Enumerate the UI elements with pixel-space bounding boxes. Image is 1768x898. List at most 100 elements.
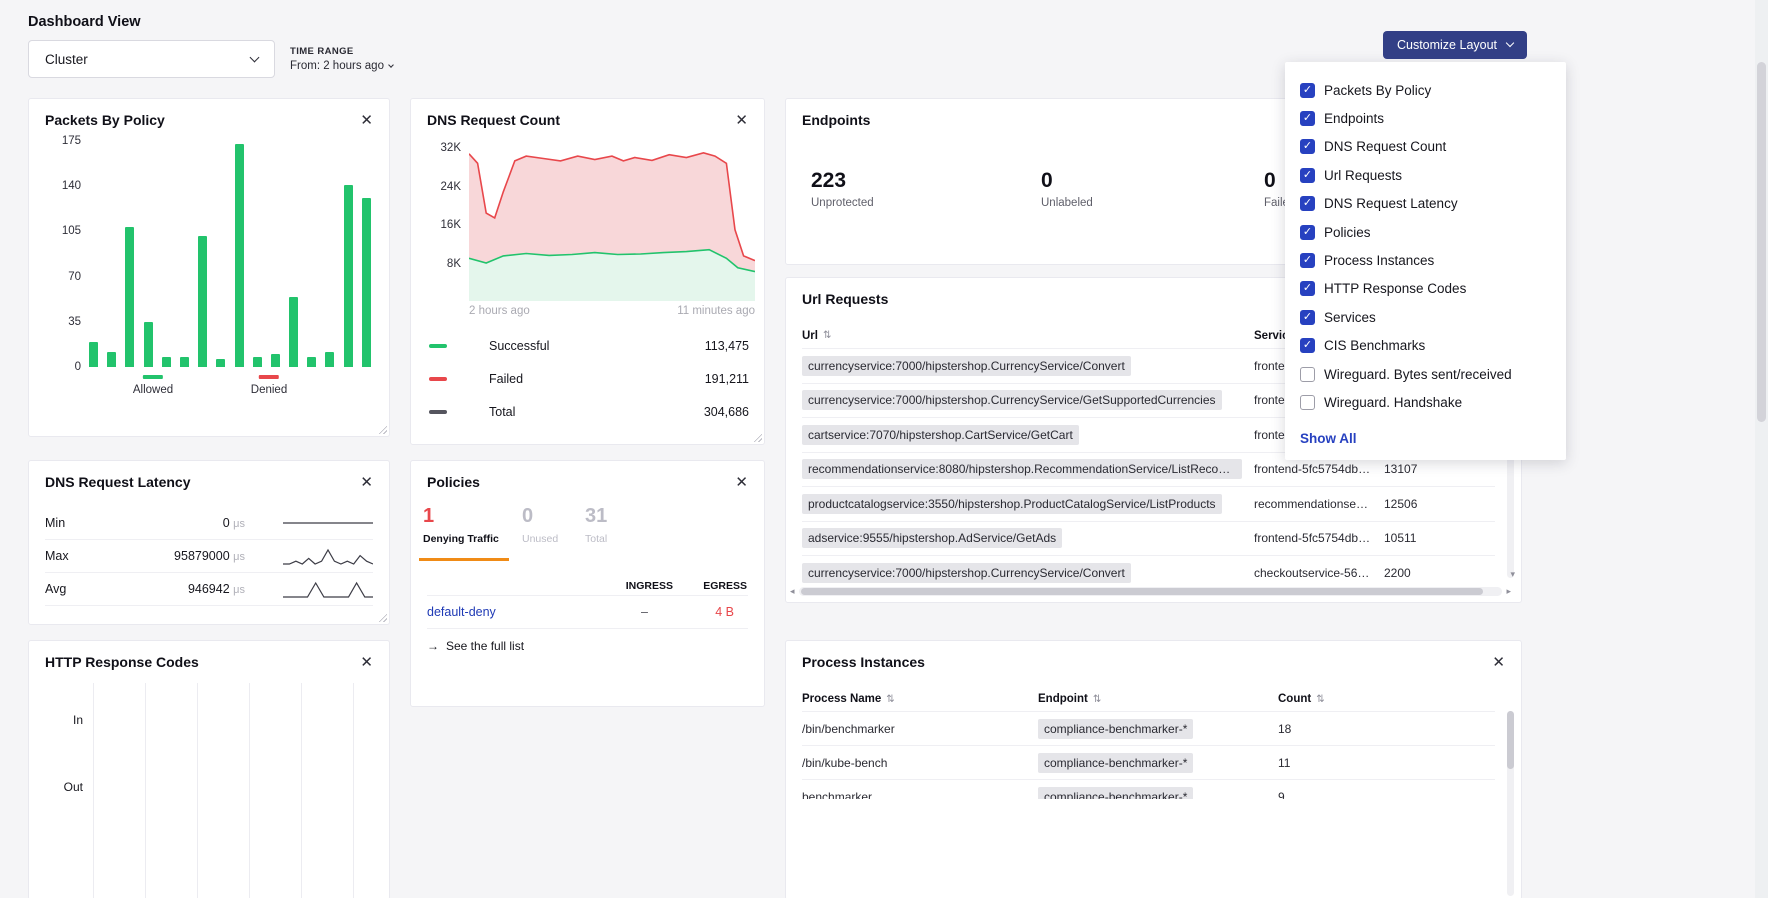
column-header-count[interactable]: Count ⇅ [1278, 693, 1495, 705]
scrollbar-thumb[interactable] [1757, 62, 1766, 422]
menu-item-endpoints[interactable]: ✓ Endpoints [1300, 104, 1566, 132]
card-title: DNS Request Count [427, 112, 560, 128]
resize-handle[interactable] [753, 433, 762, 442]
packets-y-axis: 17514010570350 [43, 135, 81, 373]
menu-item-services[interactable]: ✓ Services [1300, 303, 1566, 331]
checkbox[interactable]: ✓ [1300, 281, 1315, 296]
scrollbar-track[interactable] [799, 587, 1503, 596]
tab-value: 0 [522, 505, 558, 528]
vertical-scrollbar[interactable] [1507, 711, 1514, 896]
x-end-label: 11 minutes ago [677, 305, 755, 317]
scroll-right-icon[interactable]: ▸ [1506, 587, 1511, 596]
url-cell: currencyservice:7000/hipstershop.Currenc… [802, 563, 1131, 583]
tab-unused[interactable]: 0 Unused [522, 505, 558, 545]
checkbox[interactable]: ✓ [1300, 338, 1315, 353]
latency-value: 0 [223, 516, 230, 530]
checkbox[interactable]: ✓ [1300, 225, 1315, 240]
card-title: Url Requests [802, 291, 888, 307]
time-range-text: From: 2 hours ago [290, 60, 384, 72]
tab-denying-traffic[interactable]: 1 Denying Traffic [423, 505, 499, 545]
close-icon[interactable]: ✕ [360, 113, 373, 128]
count-cell: 11 [1278, 756, 1495, 770]
menu-item-wireguard-handshake[interactable]: ✓ Wireguard. Handshake [1300, 388, 1566, 416]
column-header-process-name[interactable]: Process Name ⇅ [802, 693, 1038, 705]
table-row: /bin/benchmarker compliance-benchmarker-… [802, 711, 1495, 745]
menu-item-process-instances[interactable]: ✓ Process Instances [1300, 246, 1566, 274]
menu-item-dns-request-latency[interactable]: ✓ DNS Request Latency [1300, 190, 1566, 218]
count-cell: 12506 [1384, 497, 1495, 511]
menu-item-label: DNS Request Count [1324, 139, 1446, 154]
tab-label: Denying Traffic [423, 533, 499, 545]
x-label-allowed: Allowed [133, 375, 173, 396]
dns-y-axis: 32K24K16K8K [421, 142, 461, 270]
checkbox[interactable]: ✓ [1300, 253, 1315, 268]
menu-item-label: Packets By Policy [1324, 83, 1431, 98]
url-cell: recommendationservice:8080/hipstershop.R… [802, 459, 1242, 479]
menu-item-packets-by-policy[interactable]: ✓ Packets By Policy [1300, 76, 1566, 104]
legend-label: Successful [489, 339, 705, 353]
close-icon[interactable]: ✕ [360, 475, 373, 490]
menu-item-url-requests[interactable]: ✓ Url Requests [1300, 161, 1566, 189]
table-row: /bin/kube-bench compliance-benchmarker-*… [802, 745, 1495, 779]
menu-item-cis-benchmarks[interactable]: ✓ CIS Benchmarks [1300, 332, 1566, 360]
check-icon: ✓ [1303, 312, 1312, 323]
checkbox[interactable]: ✓ [1300, 367, 1315, 382]
url-cell: currencyservice:7000/hipstershop.Currenc… [802, 356, 1131, 376]
legend-value: 191,211 [705, 372, 749, 386]
table-header: Process Name ⇅ Endpoint ⇅ Count ⇅ [802, 687, 1495, 711]
tab-total[interactable]: 31 Total [585, 505, 607, 545]
count-cell: 2200 [1384, 566, 1495, 580]
http-codes-grid [93, 683, 377, 898]
check-icon: ✓ [1303, 255, 1312, 266]
count-cell: 18 [1278, 722, 1495, 736]
table-row: default-deny – 4 B [427, 595, 748, 629]
checkbox[interactable]: ✓ [1300, 196, 1315, 211]
legend-value: 113,475 [705, 339, 749, 353]
checkbox[interactable]: ✓ [1300, 139, 1315, 154]
column-header-url[interactable]: Url ⇅ [802, 330, 1254, 342]
show-all-link[interactable]: Show All [1300, 431, 1566, 446]
scroll-down-icon[interactable]: ▾ [1510, 569, 1515, 580]
close-icon[interactable]: ✕ [735, 113, 748, 128]
checkbox[interactable]: ✓ [1300, 310, 1315, 325]
menu-item-http-response-codes[interactable]: ✓ HTTP Response Codes [1300, 275, 1566, 303]
latency-unit: μs [233, 551, 245, 563]
scrollbar-thumb[interactable] [801, 588, 1484, 595]
column-label: Endpoint [1038, 693, 1088, 705]
page-title: Dashboard View [28, 14, 141, 30]
http-response-codes-card: HTTP Response Codes ✕ In Out [28, 640, 390, 898]
customize-layout-menu: ✓ Packets By Policy ✓ Endpoints ✓ DNS Re… [1285, 62, 1566, 460]
menu-item-label: Url Requests [1324, 168, 1402, 183]
column-header-endpoint[interactable]: Endpoint ⇅ [1038, 693, 1278, 705]
close-icon[interactable]: ✕ [735, 475, 748, 490]
resize-handle[interactable] [378, 613, 387, 622]
horizontal-scrollbar[interactable]: ◂ ▸ [790, 585, 1511, 597]
url-cell: adservice:9555/hipstershop.AdService/Get… [802, 528, 1062, 548]
customize-layout-button[interactable]: Customize Layout [1383, 31, 1527, 59]
time-range-value[interactable]: From: 2 hours ago [290, 60, 393, 72]
menu-item-dns-request-count[interactable]: ✓ DNS Request Count [1300, 133, 1566, 161]
checkbox[interactable]: ✓ [1300, 168, 1315, 183]
scroll-left-icon[interactable]: ◂ [790, 587, 795, 596]
egress-value: 4 B [715, 605, 734, 619]
sort-icon: ⇅ [1093, 694, 1101, 705]
menu-item-wireguard-bytes[interactable]: ✓ Wireguard. Bytes sent/received [1300, 360, 1566, 388]
page-scrollbar[interactable] [1755, 0, 1768, 898]
stat-label: Unlabeled [1041, 197, 1093, 209]
check-icon: ✓ [1303, 85, 1312, 96]
resize-handle[interactable] [378, 425, 387, 434]
card-title: Policies [427, 474, 480, 490]
checkbox[interactable]: ✓ [1300, 111, 1315, 126]
see-full-list-link[interactable]: → See the full list [427, 639, 524, 653]
checkbox[interactable]: ✓ [1300, 83, 1315, 98]
menu-item-policies[interactable]: ✓ Policies [1300, 218, 1566, 246]
view-select[interactable]: Cluster [28, 40, 275, 78]
policy-link[interactable]: default-deny [427, 605, 496, 619]
checkbox[interactable]: ✓ [1300, 395, 1315, 410]
process-name-cell: /bin/kube-bench [802, 756, 1038, 770]
endpoint-cell: compliance-benchmarker-* [1038, 719, 1193, 739]
close-icon[interactable]: ✕ [1492, 655, 1505, 670]
row-label-out: Out [47, 780, 83, 794]
scrollbar-thumb[interactable] [1507, 711, 1514, 769]
close-icon[interactable]: ✕ [360, 655, 373, 670]
